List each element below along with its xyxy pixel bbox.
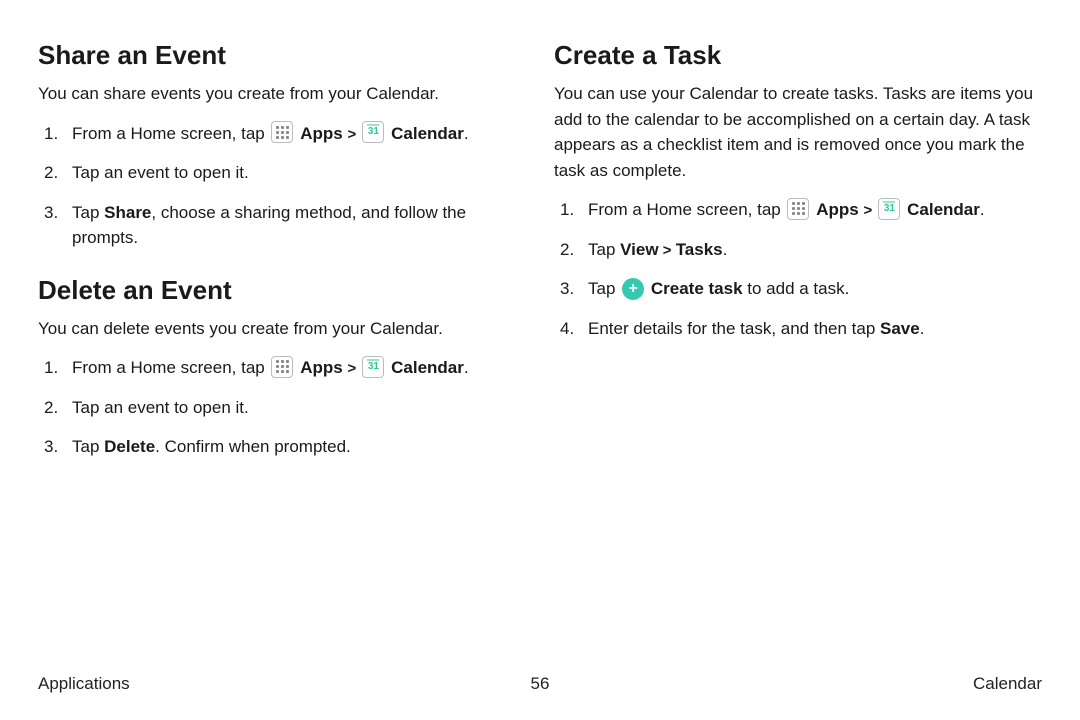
- apps-label: Apps: [816, 200, 859, 219]
- section-delete-event: Delete an Event You can delete events yo…: [38, 275, 526, 460]
- steps-share-event: From a Home screen, tap Apps > 31 Calend…: [38, 121, 526, 251]
- list-item: From a Home screen, tap Apps > 31 Calend…: [38, 121, 526, 147]
- step-text: From a Home screen, tap: [588, 200, 781, 219]
- chevron-right-icon: >: [659, 242, 676, 259]
- intro-delete-event: You can delete events you create from yo…: [38, 316, 526, 342]
- bold-word: Create task: [651, 279, 743, 298]
- bold-word: Save: [880, 319, 920, 338]
- step-text: Tap: [588, 279, 620, 298]
- step-text: Tap: [588, 240, 620, 259]
- bold-word: Delete: [104, 437, 155, 456]
- footer-right: Calendar: [973, 674, 1042, 694]
- calendar-label: Calendar: [391, 358, 464, 377]
- calendar-icon: 31: [878, 198, 900, 220]
- step-text: Tap an event to open it.: [72, 398, 249, 417]
- list-item: Tap Share, choose a sharing method, and …: [38, 200, 526, 251]
- apps-label: Apps: [300, 358, 343, 377]
- step-text: Tap: [72, 437, 104, 456]
- apps-label: Apps: [300, 124, 343, 143]
- calendar-icon: 31: [362, 356, 384, 378]
- apps-icon: [271, 356, 293, 378]
- bold-word: View: [620, 240, 658, 259]
- section-create-task: Create a Task You can use your Calendar …: [554, 40, 1042, 341]
- chevron-right-icon: >: [863, 202, 876, 219]
- list-item: Tap an event to open it.: [38, 395, 526, 421]
- page-number: 56: [531, 674, 550, 694]
- intro-create-task: You can use your Calendar to create task…: [554, 81, 1042, 183]
- heading-delete-event: Delete an Event: [38, 275, 526, 306]
- calendar-label: Calendar: [391, 124, 464, 143]
- list-item: Tap + Create task to add a task.: [554, 276, 1042, 302]
- list-item: Enter details for the task, and then tap…: [554, 316, 1042, 342]
- step-text: Enter details for the task, and then tap: [588, 319, 880, 338]
- list-item: Tap View > Tasks.: [554, 237, 1042, 263]
- page-columns: Share an Event You can share events you …: [38, 36, 1042, 484]
- heading-share-event: Share an Event: [38, 40, 526, 71]
- list-item: Tap Delete. Confirm when prompted.: [38, 434, 526, 460]
- steps-create-task: From a Home screen, tap Apps > 31 Calend…: [554, 197, 1042, 341]
- apps-icon: [787, 198, 809, 220]
- apps-icon: [271, 121, 293, 143]
- calendar-label: Calendar: [907, 200, 980, 219]
- step-text: From a Home screen, tap: [72, 124, 265, 143]
- chevron-right-icon: >: [347, 126, 360, 143]
- steps-delete-event: From a Home screen, tap Apps > 31 Calend…: [38, 355, 526, 460]
- step-text: From a Home screen, tap: [72, 358, 265, 377]
- intro-share-event: You can share events you create from you…: [38, 81, 526, 107]
- chevron-right-icon: >: [347, 360, 360, 377]
- left-column: Share an Event You can share events you …: [38, 36, 526, 484]
- bold-word: Tasks: [676, 240, 723, 259]
- step-text: to add a task.: [743, 279, 850, 298]
- step-text: . Confirm when prompted.: [155, 437, 351, 456]
- step-text: .: [723, 240, 728, 259]
- list-item: Tap an event to open it.: [38, 160, 526, 186]
- section-share-event: Share an Event You can share events you …: [38, 40, 526, 251]
- footer-left: Applications: [38, 674, 130, 694]
- step-text: Tap: [72, 203, 104, 222]
- step-text: .: [920, 319, 925, 338]
- list-item: From a Home screen, tap Apps > 31 Calend…: [38, 355, 526, 381]
- plus-icon: +: [622, 278, 644, 300]
- list-item: From a Home screen, tap Apps > 31 Calend…: [554, 197, 1042, 223]
- heading-create-task: Create a Task: [554, 40, 1042, 71]
- calendar-icon: 31: [362, 121, 384, 143]
- right-column: Create a Task You can use your Calendar …: [554, 36, 1042, 484]
- step-text: Tap an event to open it.: [72, 163, 249, 182]
- bold-word: Share: [104, 203, 151, 222]
- page-footer: Applications 56 Calendar: [38, 674, 1042, 694]
